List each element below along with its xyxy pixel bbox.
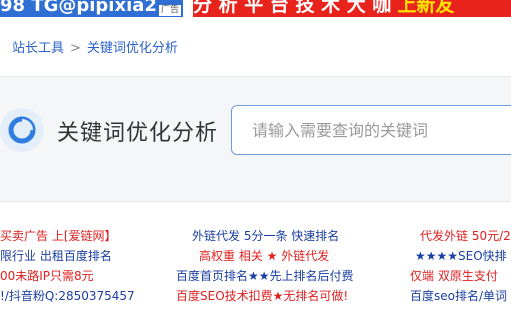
- top-left-ad-text: 98 TG@pipixia2: [0, 0, 157, 16]
- ad-link[interactable]: 百度seo排名/单词: [410, 286, 511, 306]
- tool-header: 关键词优化分析: [0, 76, 511, 202]
- ad-link[interactable]: 百度首页排名★★先上排名后付费: [176, 266, 354, 286]
- ad-link[interactable]: 00未路IP只需8元: [0, 266, 135, 286]
- keyword-search-input[interactable]: [231, 105, 511, 155]
- ad-links-grid: 买卖广告 上[爱链网】 限行业 出租百度排名 00未路IP只需8元 !/抖音粉Q…: [0, 222, 511, 319]
- top-right-ad-text: 分 析 平 台 技 术 大 咖: [193, 0, 392, 16]
- ad-link[interactable]: 外链代发 5分一条 快速排名: [176, 226, 354, 246]
- ad-link[interactable]: !/抖音粉Q:2850375457: [0, 286, 135, 306]
- breadcrumb-separator: >: [70, 41, 81, 56]
- pie-chart-icon: [0, 108, 44, 152]
- ad-link[interactable]: 买卖广告 上[爱链网】: [0, 226, 135, 246]
- breadcrumb-current-link[interactable]: 关键词优化分析: [87, 41, 178, 56]
- page-title: 关键词优化分析: [57, 121, 219, 146]
- top-right-ad-highlight: 上新友: [397, 0, 455, 16]
- ad-tag-badge: 广告: [158, 5, 181, 16]
- top-left-ad-banner[interactable]: 98 TG@pipixia2 广告: [0, 0, 183, 17]
- ad-link[interactable]: ★★★★SEO快排: [410, 246, 511, 266]
- breadcrumb: 站长工具 > 关键词优化分析: [0, 17, 511, 75]
- ad-column-3: 代发外链 50元/2 ★★★★SEO快排 仅端 双原生支付 百度seo排名/单词: [410, 226, 511, 306]
- ad-column-1: 买卖广告 上[爱链网】 限行业 出租百度排名 00未路IP只需8元 !/抖音粉Q…: [0, 226, 135, 306]
- top-banner-strip: 98 TG@pipixia2 广告 分 析 平 台 技 术 大 咖上新友: [0, 0, 511, 17]
- ad-column-2: 外链代发 5分一条 快速排名 高权重 相关 ★ 外链代发 百度首页排名★★先上排…: [176, 226, 354, 306]
- ad-link[interactable]: 限行业 出租百度排名: [0, 246, 135, 266]
- ad-link[interactable]: 代发外链 50元/2: [410, 226, 511, 246]
- breadcrumb-home-link[interactable]: 站长工具: [12, 41, 64, 56]
- top-right-ad-banner[interactable]: 分 析 平 台 技 术 大 咖上新友: [193, 0, 511, 17]
- ad-link[interactable]: 仅端 双原生支付: [410, 266, 511, 286]
- ad-link[interactable]: 高权重 相关 ★ 外链代发: [176, 246, 354, 266]
- ad-link[interactable]: 百度SEO技术扣费★无排名可做!: [176, 286, 354, 306]
